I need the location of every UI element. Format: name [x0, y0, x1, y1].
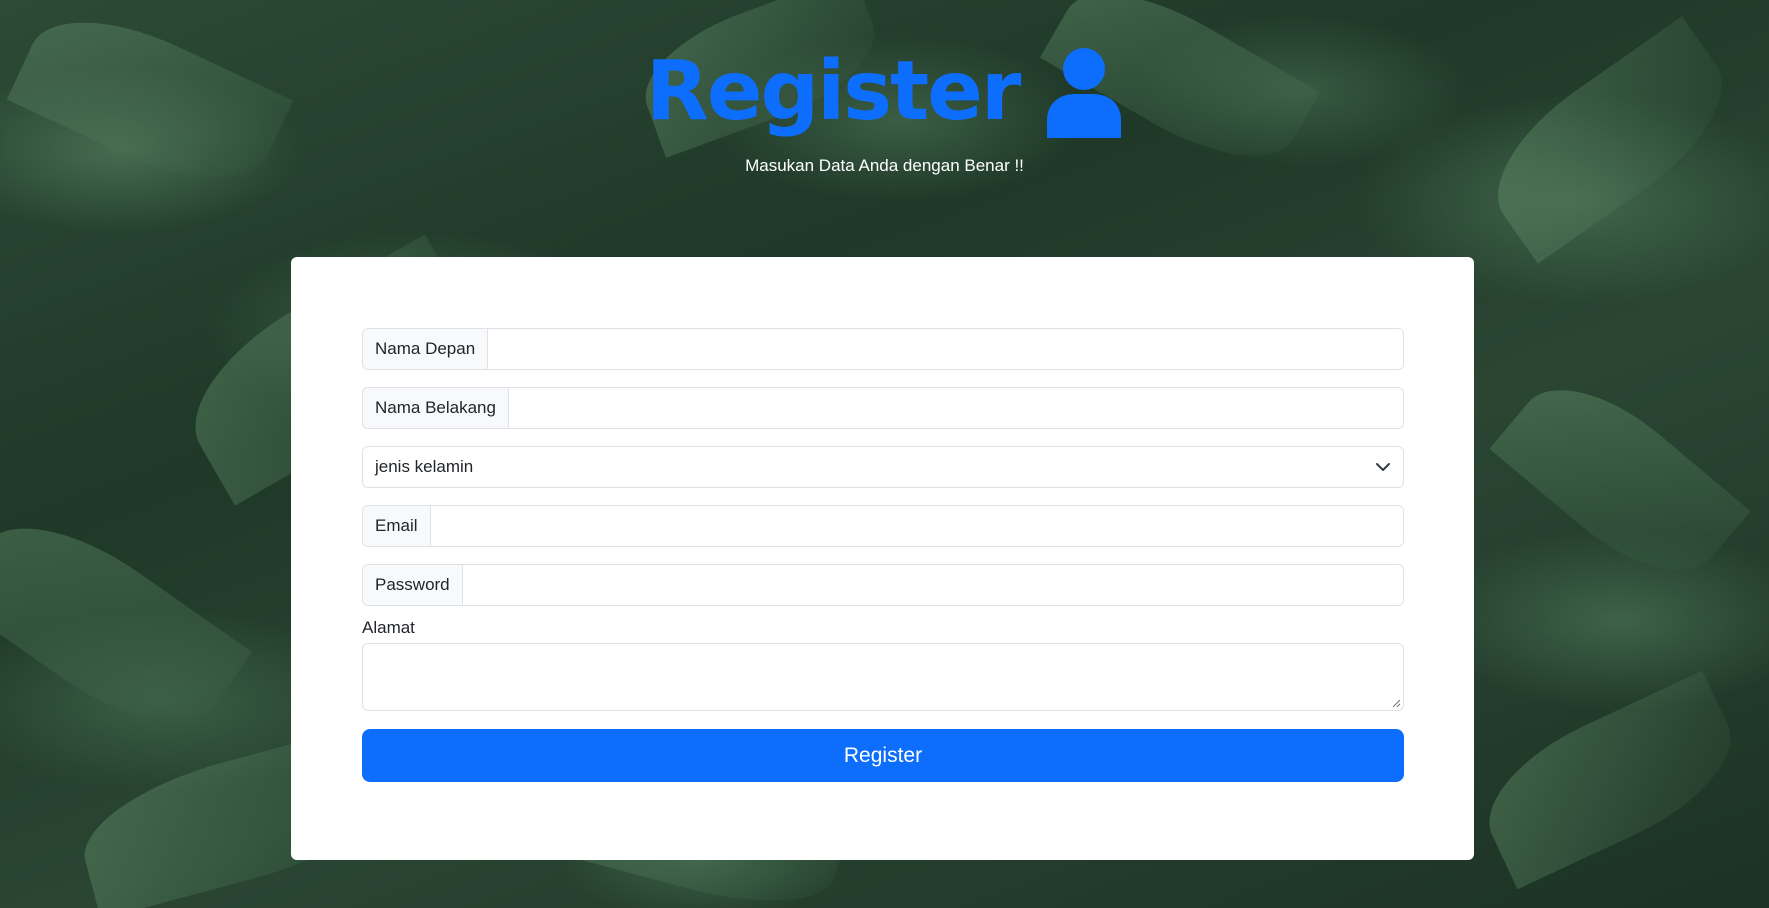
last-name-input[interactable] [508, 388, 1403, 428]
last-name-group: Nama Belakang [362, 387, 1404, 429]
password-label: Password [363, 565, 463, 605]
first-name-group: Nama Depan [362, 328, 1404, 370]
first-name-input[interactable] [488, 329, 1403, 369]
first-name-label: Nama Depan [363, 329, 489, 369]
gender-select[interactable]: jenis kelamin [362, 446, 1404, 488]
register-card: Nama Depan Nama Belakang jenis kelamin E… [291, 257, 1474, 860]
gender-select-value: jenis kelamin [375, 457, 474, 476]
page-header: Register Masukan Data Anda dengan Benar … [0, 44, 1769, 178]
chevron-down-icon [1376, 463, 1390, 471]
register-button[interactable]: Register [362, 729, 1404, 782]
page-subtitle: Masukan Data Anda dengan Benar !! [745, 156, 1024, 175]
address-textarea[interactable] [362, 643, 1404, 711]
email-label: Email [363, 506, 431, 546]
resize-grip-icon[interactable] [1391, 698, 1401, 708]
user-icon [1047, 48, 1122, 138]
email-input[interactable] [430, 506, 1403, 546]
title-row: Register [646, 44, 1124, 140]
email-group: Email [362, 505, 1404, 547]
page-title: Register [645, 44, 1022, 139]
last-name-label: Nama Belakang [363, 388, 509, 428]
password-input[interactable] [462, 565, 1403, 605]
address-label: Alamat [362, 618, 415, 637]
password-group: Password [362, 564, 1404, 606]
